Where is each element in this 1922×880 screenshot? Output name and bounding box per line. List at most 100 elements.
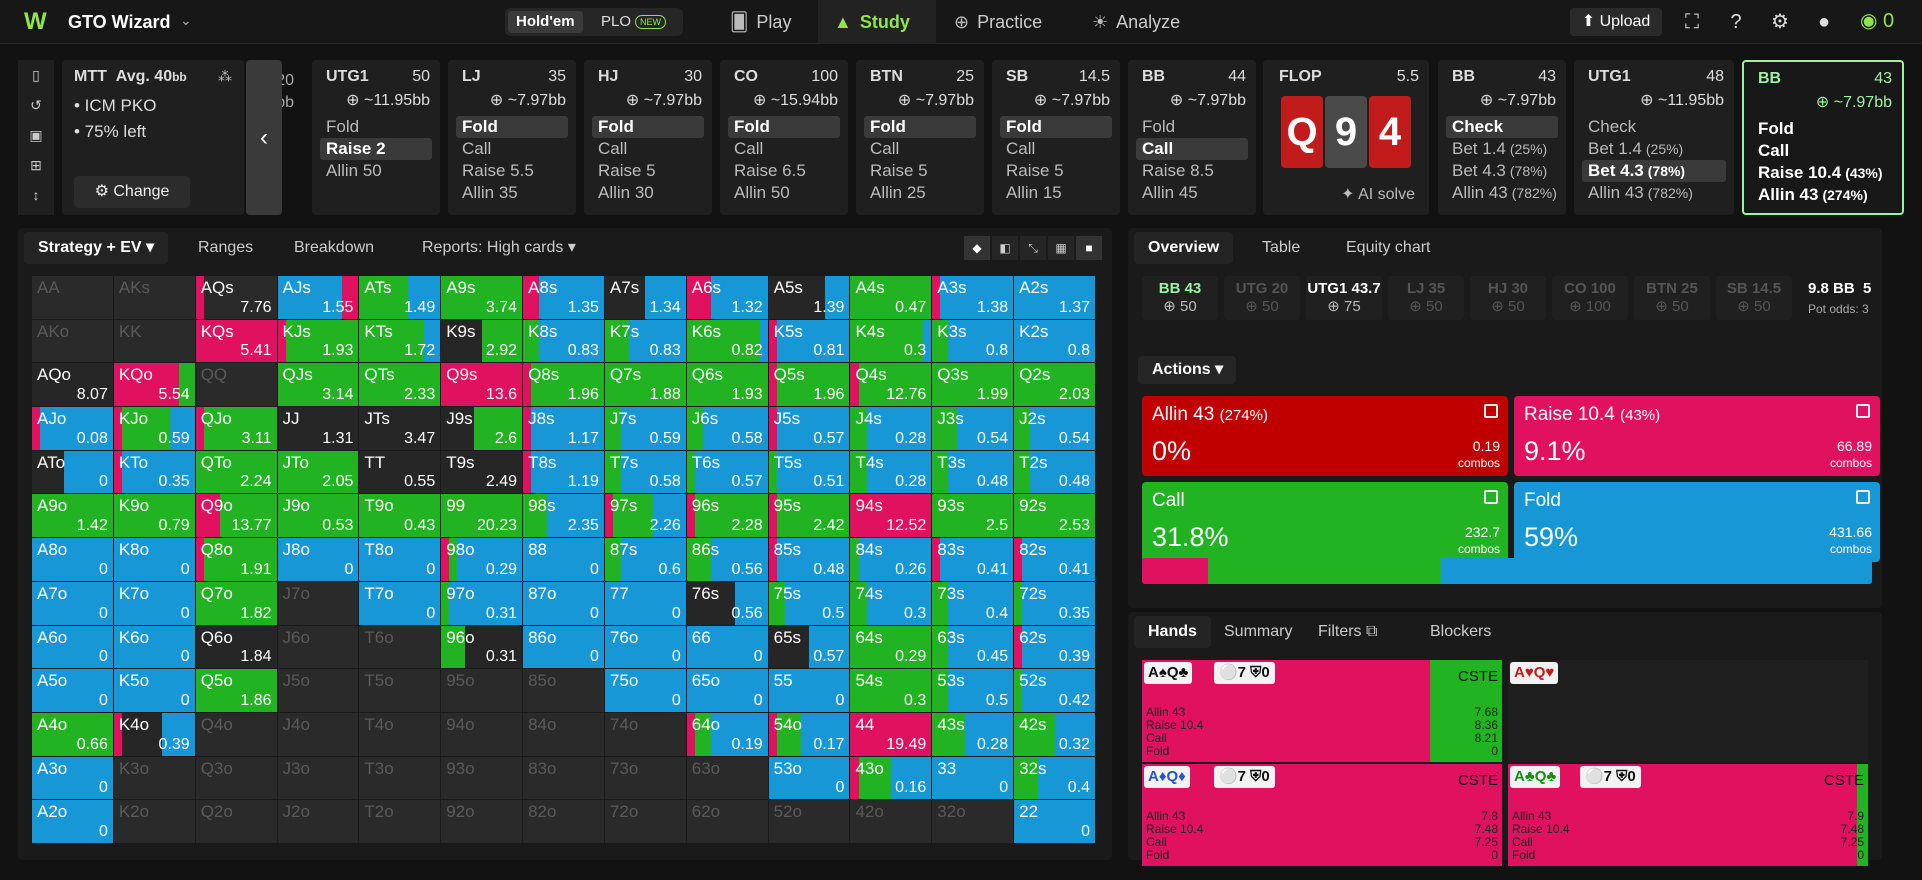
- hand-cell[interactable]: KTo 0.35: [113, 450, 195, 494]
- hand-cell[interactable]: 99 20.23: [441, 494, 523, 538]
- action-option[interactable]: Call: [728, 138, 840, 160]
- tab-blockers[interactable]: Blockers: [1416, 616, 1505, 648]
- hand-cell[interactable]: T6o: [359, 625, 441, 669]
- hand-cell[interactable]: AJs 1.55: [277, 276, 359, 319]
- hand-cell[interactable]: 72o: [604, 800, 686, 843]
- hand-cell[interactable]: A9o 1.42: [32, 494, 113, 538]
- hand-cell[interactable]: 74s 0.3: [850, 581, 932, 625]
- hand-cell[interactable]: J5o: [277, 669, 359, 712]
- hand-cell[interactable]: 87s 0.6: [604, 538, 686, 581]
- hand-cell[interactable]: 52o: [768, 800, 850, 843]
- action-box[interactable]: Call 31.8% 232.7 combos: [1142, 482, 1508, 562]
- hand-cell[interactable]: TT 0.55: [359, 450, 441, 494]
- action-card-utg1[interactable]: UTG1 50 ⊕ ~11.95bb Fold Raise 2 Allin 50: [312, 60, 440, 215]
- hand-cell[interactable]: T8o 0: [359, 538, 441, 581]
- action-card-sb[interactable]: SB 14.5 ⊕ ~7.97bb Fold Call Raise 5 Allin 15: [992, 60, 1120, 215]
- hand-cell[interactable]: K2s 0.8: [1014, 319, 1095, 363]
- hand-cell[interactable]: AQs 7.76: [195, 276, 277, 319]
- hand-cell[interactable]: 54s 0.3: [850, 669, 932, 712]
- hand-cell[interactable]: T9o 0.43: [359, 494, 441, 538]
- hand-cell[interactable]: ATs 1.49: [359, 276, 441, 319]
- tab-equity-chart[interactable]: Equity chart: [1332, 232, 1444, 264]
- hand-cell[interactable]: 55 0: [768, 669, 850, 712]
- hand-cell[interactable]: K3o: [113, 756, 195, 800]
- hand-cell[interactable]: 44 19.49: [850, 712, 932, 756]
- action-card-lj[interactable]: LJ 35 ⊕ ~7.97bb Fold Call Raise 5.5 Allin 35: [448, 60, 576, 215]
- hand-combo[interactable]: A♦Q♦ ⚪7 ⛨0 CSTE Allin 43 Raise 10.4 Call Fold 7…: [1142, 764, 1502, 866]
- player-box[interactable]: SB 14.5 ⊕ 50: [1716, 276, 1792, 320]
- hand-cell[interactable]: J9o 0.53: [277, 494, 359, 538]
- hand-cell[interactable]: 64s 0.29: [850, 625, 932, 669]
- hand-cell[interactable]: A7o 0: [32, 581, 113, 625]
- action-option[interactable]: Allin 15: [1000, 182, 1112, 204]
- hand-cell[interactable]: J2s 0.54: [1014, 407, 1095, 450]
- action-option[interactable]: Allin 45: [1136, 182, 1248, 204]
- hand-cell[interactable]: QTo 2.24: [195, 450, 277, 494]
- action-option[interactable]: Raise 5: [592, 160, 704, 182]
- action-box[interactable]: Raise 10.4 (43%) 9.1% 66.89 combos: [1514, 396, 1880, 476]
- hand-cell[interactable]: T7o 0: [359, 581, 441, 625]
- hand-cell[interactable]: Q6o 1.84: [195, 625, 277, 669]
- credits-display[interactable]: ◉ 0: [1860, 8, 1894, 33]
- hand-cell[interactable]: 77 0: [604, 581, 686, 625]
- hand-cell[interactable]: J4o: [277, 712, 359, 756]
- action-card-btn[interactable]: BTN 25 ⊕ ~7.97bb Fold Call Raise 5 Allin 25: [856, 60, 984, 215]
- hand-cell[interactable]: 73s 0.4: [932, 581, 1014, 625]
- player-box[interactable]: CO 100 ⊕ 100: [1552, 276, 1628, 320]
- hand-cell[interactable]: 62o: [686, 800, 768, 843]
- hand-cell[interactable]: 66 0: [686, 625, 768, 669]
- action-option[interactable]: Bet 4.3 (78%): [1446, 160, 1558, 182]
- plo-button[interactable]: PLO NEW: [593, 11, 674, 33]
- hand-cell[interactable]: A9s 3.74: [441, 276, 523, 319]
- hand-cell[interactable]: 84o: [523, 712, 604, 756]
- hand-cell[interactable]: 85s 0.48: [768, 538, 850, 581]
- action-option[interactable]: Allin 43 (782%): [1446, 182, 1558, 204]
- hand-cell[interactable]: A7s 1.34: [604, 276, 686, 319]
- hand-cell[interactable]: J5s 0.57: [768, 407, 850, 450]
- hand-cell[interactable]: Q9o 13.77: [195, 494, 277, 538]
- hand-cell[interactable]: AA: [32, 276, 113, 319]
- bookmark-icon[interactable]: ▯: [18, 60, 54, 90]
- action-option[interactable]: Allin 43 (782%): [1582, 182, 1726, 204]
- tab-breakdown[interactable]: Breakdown: [280, 232, 388, 264]
- hand-cell[interactable]: K8s 0.83: [523, 319, 604, 363]
- hand-cell[interactable]: A8s 1.35: [523, 276, 604, 319]
- player-box[interactable]: UTG1 43.7 ⊕ 75: [1306, 276, 1382, 320]
- compress-icon[interactable]: ⤡: [1020, 236, 1046, 260]
- hand-cell[interactable]: 95o: [441, 669, 523, 712]
- hand-cell[interactable]: A2s 1.37: [1014, 276, 1095, 319]
- hand-cell[interactable]: 98o 0.29: [441, 538, 523, 581]
- hand-cell[interactable]: 33 0: [932, 756, 1014, 800]
- tab-strategy-ev[interactable]: Strategy + EV ▾: [24, 232, 169, 264]
- hand-cell[interactable]: 75s 0.5: [768, 581, 850, 625]
- hand-cell[interactable]: 73o: [604, 756, 686, 800]
- hand-cell[interactable]: J6o: [277, 625, 359, 669]
- action-option[interactable]: Bet 1.4 (25%): [1446, 138, 1558, 160]
- hand-cell[interactable]: K6s 0.82: [686, 319, 768, 363]
- hand-cell[interactable]: A5s 1.39: [768, 276, 850, 319]
- ai-solve-button[interactable]: ✦ AI solve: [1341, 184, 1415, 204]
- hand-cell[interactable]: K2o: [113, 800, 195, 843]
- hand-cell[interactable]: 65o 0: [686, 669, 768, 712]
- square-icon[interactable]: ■: [1076, 236, 1102, 260]
- player-box[interactable]: HJ 30 ⊕ 50: [1470, 276, 1546, 320]
- hand-cell[interactable]: 54o 0.17: [768, 712, 850, 756]
- action-option[interactable]: Fold: [864, 116, 976, 138]
- hand-cell[interactable]: AKo: [32, 319, 113, 363]
- hand-cell[interactable]: 96o 0.31: [441, 625, 523, 669]
- hand-cell[interactable]: Q7o 1.82: [195, 581, 277, 625]
- action-option[interactable]: Call: [1136, 138, 1248, 160]
- actions-dropdown[interactable]: Actions ▾: [1138, 356, 1236, 384]
- action-option[interactable]: Raise 10.4 (43%): [1752, 162, 1894, 184]
- cube-icon[interactable]: ◆: [964, 236, 990, 260]
- nav-analyze[interactable]: ☀ Analyze: [1092, 0, 1222, 44]
- hand-cell[interactable]: KTs 1.72: [359, 319, 441, 363]
- hand-cell[interactable]: 97s 2.26: [604, 494, 686, 538]
- hand-cell[interactable]: 64o 0.19: [686, 712, 768, 756]
- hand-combo[interactable]: A♥Q♥: [1508, 660, 1868, 762]
- hand-cell[interactable]: AKs: [113, 276, 195, 319]
- hand-cell[interactable]: Q4o: [195, 712, 277, 756]
- action-option[interactable]: Fold: [1752, 118, 1894, 140]
- action-option[interactable]: Call: [592, 138, 704, 160]
- nav-play[interactable]: 🂠 Play: [730, 0, 820, 44]
